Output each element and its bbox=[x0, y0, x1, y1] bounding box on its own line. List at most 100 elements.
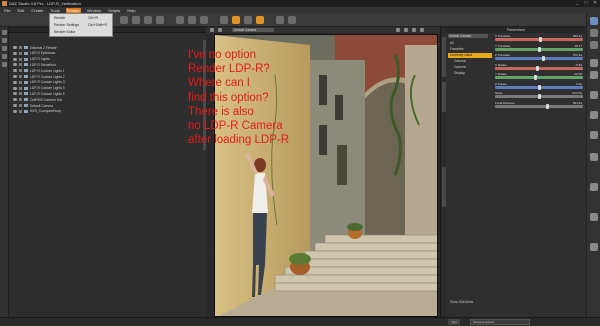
scene-node-row[interactable]: LDP-R Custom Lights 1 bbox=[13, 68, 65, 73]
frame-icon[interactable] bbox=[288, 16, 296, 24]
visibility-eye-icon[interactable] bbox=[13, 69, 17, 73]
scale-tool-icon[interactable] bbox=[156, 16, 164, 24]
parameter-row[interactable]: Y Rotate -22.00 bbox=[494, 72, 584, 80]
menu-scripts[interactable]: Scripts bbox=[107, 8, 121, 13]
tool-strip-icon-2[interactable] bbox=[590, 29, 598, 37]
scene-node-row[interactable]: LDP-R Custom Lights 4 bbox=[13, 86, 65, 91]
lock-icon[interactable] bbox=[19, 80, 22, 84]
pose-tool-icon[interactable] bbox=[188, 16, 196, 24]
lock-icon[interactable] bbox=[19, 75, 22, 78]
lesson-selector[interactable]: Select a Lesson bbox=[470, 319, 530, 325]
scene-node-row[interactable]: Default Camera bbox=[13, 103, 53, 108]
menu-render[interactable]: Render bbox=[65, 7, 81, 13]
parameter-row[interactable]: Scale 100.0% bbox=[494, 91, 584, 99]
parameter-row[interactable]: Z Translate 672.34 bbox=[494, 53, 584, 61]
visibility-eye-icon[interactable] bbox=[13, 75, 17, 78]
slider-knob[interactable] bbox=[541, 56, 545, 61]
parameter-row[interactable]: Focal Distance 694.64 bbox=[494, 101, 584, 109]
viewport-menu-icon[interactable] bbox=[210, 28, 214, 32]
posing-tab-icon[interactable] bbox=[2, 62, 7, 67]
scene-node-row[interactable]: LDP-R Custom Lights 2 bbox=[13, 74, 65, 79]
menu-create[interactable]: Create bbox=[30, 8, 44, 13]
parameter-row[interactable]: X Translate 250.44 bbox=[494, 34, 584, 42]
tool-strip-icon-6[interactable] bbox=[590, 91, 598, 99]
maximize-button[interactable]: □ bbox=[583, 1, 589, 6]
parameter-category[interactable]: Display bbox=[448, 71, 492, 76]
parameter-category[interactable]: All bbox=[448, 41, 492, 46]
visibility-eye-icon[interactable] bbox=[13, 109, 17, 113]
visibility-eye-icon[interactable] bbox=[13, 92, 17, 96]
tool-strip-icon-9[interactable] bbox=[590, 153, 598, 161]
scene-tab-icon[interactable] bbox=[2, 30, 7, 35]
shaping-tab-icon[interactable] bbox=[2, 54, 7, 59]
light-tool-icon[interactable] bbox=[220, 16, 228, 24]
parameter-category[interactable]: General bbox=[448, 59, 492, 64]
menu-window[interactable]: Window bbox=[86, 8, 102, 13]
render-icon[interactable] bbox=[256, 16, 264, 24]
tool-strip-icon-1[interactable] bbox=[590, 17, 598, 25]
camera-tool-icon[interactable] bbox=[244, 16, 252, 24]
slider-knob[interactable] bbox=[537, 46, 541, 52]
scene-node-row[interactable]: LDP-R Custom Lights 3 bbox=[13, 80, 65, 85]
rotate-tool-icon[interactable] bbox=[144, 16, 152, 24]
menu-file[interactable]: File bbox=[3, 8, 11, 13]
tool-strip-icon-12[interactable] bbox=[590, 243, 598, 251]
tool-strip-icon-3[interactable] bbox=[590, 41, 598, 49]
camera-selector[interactable]: Default Camera bbox=[232, 28, 274, 32]
menu-tools[interactable]: Tools bbox=[49, 8, 60, 13]
parameter-category[interactable]: Camera bbox=[448, 65, 492, 70]
lock-icon[interactable] bbox=[19, 46, 22, 49]
visibility-eye-icon[interactable] bbox=[13, 104, 17, 107]
parameter-slider[interactable] bbox=[495, 66, 583, 70]
parameter-slider[interactable] bbox=[495, 76, 583, 79]
lock-icon[interactable] bbox=[19, 92, 22, 96]
select-tool-icon[interactable] bbox=[120, 16, 128, 24]
lock-icon[interactable] bbox=[19, 69, 22, 73]
parameter-row[interactable]: X Rotate -5.84 bbox=[494, 63, 584, 71]
tool-strip-icon-10[interactable] bbox=[590, 183, 598, 191]
lock-icon[interactable] bbox=[19, 104, 22, 107]
show-sub-items-checkbox[interactable]: Show Sub Items bbox=[450, 300, 473, 304]
parameter-slider[interactable] bbox=[495, 57, 583, 60]
tool-strip-icon-5[interactable] bbox=[590, 71, 598, 79]
content-tab-icon[interactable] bbox=[2, 38, 7, 43]
visibility-eye-icon[interactable] bbox=[13, 46, 17, 49]
scene-node-row[interactable]: NVS_CourtyardHoop bbox=[13, 109, 61, 114]
slider-knob[interactable] bbox=[546, 103, 549, 109]
visibility-eye-icon[interactable] bbox=[13, 51, 17, 55]
lock-icon[interactable] bbox=[19, 109, 22, 113]
tool-strip-icon-7[interactable] bbox=[590, 111, 598, 119]
spotlight-icon[interactable] bbox=[232, 16, 240, 24]
scene-node-row[interactable]: OutFit03 Summer Hat bbox=[13, 97, 62, 102]
minimize-button[interactable]: _ bbox=[574, 1, 580, 6]
visibility-eye-icon[interactable] bbox=[13, 98, 17, 102]
visibility-eye-icon[interactable] bbox=[13, 63, 17, 67]
parameter-value[interactable]: 0.00 bbox=[576, 82, 582, 86]
zoom-icon[interactable] bbox=[412, 28, 416, 32]
lock-icon[interactable] bbox=[19, 51, 22, 55]
scene-node-row[interactable]: LDP-R Eyebrows bbox=[13, 51, 55, 56]
render-menu-item-render[interactable]: Render bbox=[54, 16, 65, 20]
parameter-value[interactable]: 15.77 bbox=[574, 44, 582, 48]
aux-viewport-icon[interactable] bbox=[276, 16, 284, 24]
menu-help[interactable]: Help bbox=[126, 8, 136, 13]
render-menu-item-editor[interactable]: Render Editor bbox=[54, 30, 76, 34]
pan-icon[interactable] bbox=[404, 28, 408, 32]
render-menu-item-settings[interactable]: Render Settings bbox=[54, 23, 79, 27]
tool-strip-icon-4[interactable] bbox=[590, 59, 598, 67]
close-button[interactable]: ✕ bbox=[592, 1, 598, 6]
tool-strip-icon-11[interactable] bbox=[590, 213, 598, 221]
move-tool-icon[interactable] bbox=[132, 16, 140, 24]
scene-node-row[interactable]: LDP-R Stonefloor bbox=[13, 62, 56, 67]
surface-tool-icon[interactable] bbox=[200, 16, 208, 24]
menu-edit[interactable]: Edit bbox=[16, 8, 25, 13]
scene-node-row[interactable]: Genesis 2 Female bbox=[13, 45, 57, 50]
parameters-node-selector[interactable]: Default Camera bbox=[448, 34, 488, 38]
orbit-icon[interactable] bbox=[396, 28, 400, 32]
visibility-eye-icon[interactable] bbox=[13, 80, 17, 84]
parameter-slider[interactable] bbox=[495, 104, 583, 108]
parameter-row[interactable]: Y Translate 15.77 bbox=[494, 44, 584, 52]
parameter-row[interactable]: Z Rotate 0.00 bbox=[494, 82, 584, 90]
tips-button[interactable]: Tips bbox=[448, 319, 460, 325]
lock-icon[interactable] bbox=[19, 86, 22, 90]
